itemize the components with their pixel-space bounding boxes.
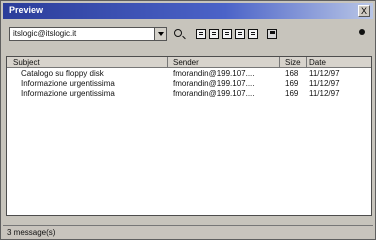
chevron-down-icon[interactable] bbox=[154, 28, 166, 40]
column-header-subject[interactable]: Subject bbox=[13, 58, 40, 67]
column-header-size[interactable]: Size bbox=[285, 58, 301, 67]
save-icon[interactable] bbox=[267, 29, 277, 39]
preview-window: Preview X itslogic@itslogic.it Subject S… bbox=[0, 0, 376, 240]
pin-icon[interactable] bbox=[359, 29, 365, 35]
title-bar[interactable]: Preview X bbox=[3, 3, 373, 19]
message-date: 11/12/97 bbox=[309, 89, 340, 98]
message-sender: fmorandin@199.107.... bbox=[173, 79, 255, 88]
message-subject: Informazione urgentissima bbox=[21, 79, 115, 88]
search-icon[interactable] bbox=[174, 29, 182, 37]
column-separator[interactable] bbox=[167, 57, 168, 68]
document-icon[interactable] bbox=[248, 29, 258, 39]
close-button[interactable]: X bbox=[358, 5, 370, 17]
column-separator[interactable] bbox=[306, 57, 307, 68]
document-icon[interactable] bbox=[209, 29, 219, 39]
toolbar: itslogic@itslogic.it bbox=[3, 23, 373, 47]
column-header-date[interactable]: Date bbox=[309, 58, 326, 67]
document-icon[interactable] bbox=[196, 29, 206, 39]
list-header: Subject Sender Size Date bbox=[7, 57, 371, 68]
message-row[interactable]: Catalogo su floppy disk fmorandin@199.10… bbox=[7, 69, 371, 79]
window-title: Preview bbox=[9, 5, 44, 15]
message-sender: fmorandin@199.107.... bbox=[173, 69, 255, 78]
account-value: itslogic@itslogic.it bbox=[13, 29, 77, 38]
message-size: 169 bbox=[285, 89, 299, 98]
document-icon[interactable] bbox=[222, 29, 232, 39]
account-select[interactable]: itslogic@itslogic.it bbox=[9, 27, 167, 41]
message-subject: Catalogo su floppy disk bbox=[21, 69, 104, 78]
message-size: 169 bbox=[285, 79, 299, 88]
message-count: 3 message(s) bbox=[7, 228, 56, 237]
message-row[interactable]: Informazione urgentissima fmorandin@199.… bbox=[7, 79, 371, 89]
column-header-sender[interactable]: Sender bbox=[173, 58, 199, 67]
message-date: 11/12/97 bbox=[309, 79, 340, 88]
status-bar: 3 message(s) bbox=[3, 225, 373, 239]
document-icon[interactable] bbox=[235, 29, 245, 39]
message-date: 11/12/97 bbox=[309, 69, 340, 78]
message-list: Subject Sender Size Date Catalogo su flo… bbox=[6, 56, 372, 216]
message-size: 168 bbox=[285, 69, 299, 78]
column-separator[interactable] bbox=[279, 57, 280, 68]
message-subject: Informazione urgentissima bbox=[21, 89, 115, 98]
message-sender: fmorandin@199.107.... bbox=[173, 89, 255, 98]
message-row[interactable]: Informazione urgentissima fmorandin@199.… bbox=[7, 89, 371, 99]
